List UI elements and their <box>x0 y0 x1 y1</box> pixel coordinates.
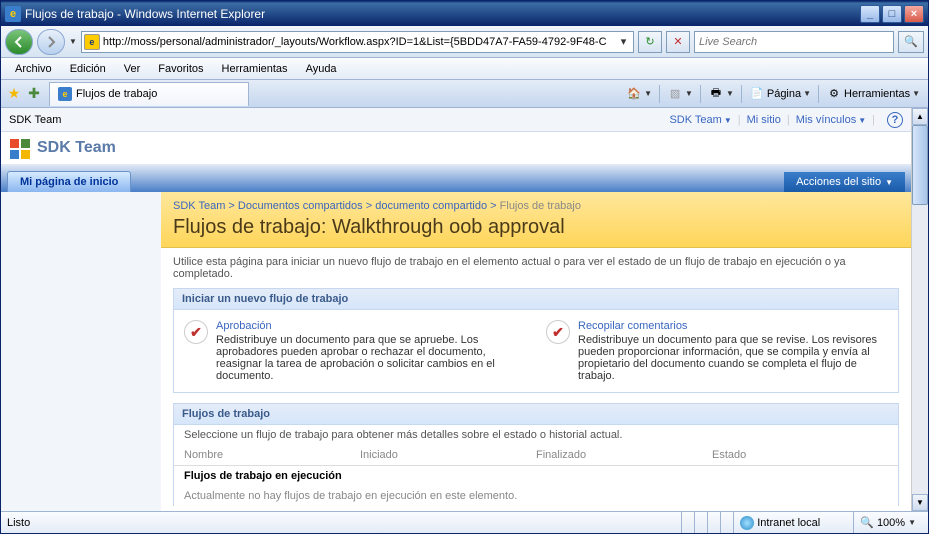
stop-button[interactable]: ✕ <box>666 31 690 53</box>
vertical-scrollbar[interactable]: ▲ ▼ <box>911 108 928 511</box>
running-empty: Actualmente no hay flujos de trabajo en … <box>174 486 898 506</box>
workflow-item-approval: ✔ Aprobación Redistribuye un documento p… <box>184 320 526 382</box>
content-area: SDK Team SDK Team▼ | Mi sitio | Mis vínc… <box>1 108 928 511</box>
sharepoint-topbar: SDK Team SDK Team▼ | Mi sitio | Mis vínc… <box>1 108 911 132</box>
ie-window: e Flujos de trabajo - Windows Internet E… <box>0 0 929 534</box>
page-header: SDK Team > Documentos compartidos > docu… <box>161 192 911 248</box>
search-input[interactable] <box>699 36 889 48</box>
titlebar[interactable]: e Flujos de trabajo - Windows Internet E… <box>1 1 928 26</box>
nav-toolbar: ▼ e ▾ ↻ ✕ 🔍 <box>1 26 928 58</box>
url-dropdown[interactable]: ▾ <box>616 35 631 48</box>
menu-favoritos[interactable]: Favoritos <box>150 61 211 77</box>
section-workflows: Flujos de trabajo Seleccione un flujo de… <box>173 403 899 506</box>
scroll-thumb[interactable] <box>912 125 928 205</box>
workflows-hint: Seleccione un flujo de trabajo para obte… <box>174 425 898 445</box>
scroll-track[interactable] <box>912 125 928 494</box>
scroll-down-button[interactable]: ▼ <box>912 494 928 511</box>
section-hdr-workflows: Flujos de trabajo <box>174 404 898 425</box>
tab-home[interactable]: Mi página de inicio <box>7 171 131 192</box>
page-title: Flujos de trabajo: Walkthrough oob appro… <box>173 216 899 239</box>
feeds-button[interactable]: ▧▼ <box>663 83 697 105</box>
tabbar: ★ ✚ e Flujos de trabajo 🏠▼ ▧▼ 🖶▼ 📄Página… <box>1 80 928 108</box>
sharepoint-logo-icon <box>9 138 31 158</box>
sp-body: SDK Team > Documentos compartidos > docu… <box>1 192 911 511</box>
security-zone: Intranet local <box>733 512 853 533</box>
zoom-control[interactable]: 🔍 100% ▼ <box>853 512 922 533</box>
statusbar: Listo Intranet local 🔍 100% ▼ <box>1 511 928 533</box>
workflow-icon: ✔ <box>184 320 208 344</box>
page-icon: e <box>84 34 100 50</box>
section-hdr-start: Iniciar un nuevo flujo de trabajo <box>174 289 898 310</box>
sp-nav-tabs: Mi página de inicio Acciones del sitio▼ <box>1 164 911 192</box>
bc-l2[interactable]: Documentos compartidos <box>238 200 363 212</box>
home-icon: 🏠 <box>626 86 642 102</box>
bc-current: Flujos de trabajo <box>500 200 581 212</box>
nav-history-dropdown[interactable]: ▼ <box>69 37 77 46</box>
workflow-link-feedback[interactable]: Recopilar comentarios <box>578 320 687 332</box>
site-actions-menu[interactable]: Acciones del sitio▼ <box>784 172 905 192</box>
breadcrumb: SDK Team > Documentos compartidos > docu… <box>173 200 899 212</box>
menu-herramientas[interactable]: Herramientas <box>214 61 296 77</box>
col-iniciado: Iniciado <box>360 449 536 461</box>
ie-icon: e <box>5 6 21 22</box>
workflow-desc-feedback: Redistribuye un documento para que se re… <box>578 334 888 382</box>
zoom-icon: 🔍 <box>860 516 874 529</box>
menu-ayuda[interactable]: Ayuda <box>298 61 345 77</box>
sp-top-left: SDK Team <box>9 114 61 126</box>
scroll-up-button[interactable]: ▲ <box>912 108 928 125</box>
sp-top-misitio[interactable]: Mi sitio <box>747 114 781 126</box>
search-box[interactable] <box>694 31 894 53</box>
back-button[interactable] <box>5 29 33 55</box>
tab-title: Flujos de trabajo <box>76 88 157 100</box>
forward-button[interactable] <box>37 29 65 55</box>
rss-icon: ▧ <box>667 86 683 102</box>
status-text: Listo <box>7 517 30 529</box>
sp-site-title-row: SDK Team <box>1 132 911 164</box>
col-nombre: Nombre <box>184 449 360 461</box>
minimize-button[interactable]: _ <box>860 5 880 23</box>
add-favorite-icon[interactable]: ✚ <box>25 85 43 103</box>
col-finalizado: Finalizado <box>536 449 712 461</box>
col-estado: Estado <box>712 449 888 461</box>
menu-edicion[interactable]: Edición <box>62 61 114 77</box>
menu-ver[interactable]: Ver <box>116 61 149 77</box>
sp-site-title: SDK Team <box>37 139 116 157</box>
workflow-desc-approval: Redistribuye un documento para que se ap… <box>216 334 526 382</box>
sp-top-misvinculos[interactable]: Mis vínculos▼ <box>796 114 866 126</box>
workflow-item-feedback: ✔ Recopilar comentarios Redistribuye un … <box>546 320 888 382</box>
print-button[interactable]: 🖶▼ <box>704 83 738 105</box>
tools-menu-button[interactable]: ⚙Herramientas▼ <box>822 83 924 105</box>
gear-icon: ⚙ <box>826 86 842 102</box>
section-start-workflow: Iniciar un nuevo flujo de trabajo ✔ Apro… <box>173 288 899 393</box>
favorites-star-icon[interactable]: ★ <box>5 85 23 103</box>
url-input[interactable] <box>103 36 616 48</box>
page-menu-button[interactable]: 📄Página▼ <box>745 83 815 105</box>
running-header: Flujos de trabajo en ejecución <box>174 466 898 486</box>
tab-ie-icon: e <box>58 87 72 101</box>
menu-archivo[interactable]: Archivo <box>7 61 60 77</box>
browser-tab[interactable]: e Flujos de trabajo <box>49 82 249 106</box>
print-icon: 🖶 <box>708 86 724 102</box>
home-button[interactable]: 🏠▼ <box>622 83 656 105</box>
help-icon[interactable]: ? <box>887 112 903 128</box>
refresh-button[interactable]: ↻ <box>638 31 662 53</box>
search-button[interactable]: 🔍 <box>898 31 924 53</box>
address-bar[interactable]: e ▾ <box>81 31 634 53</box>
globe-icon <box>740 516 754 530</box>
window-title: Flujos de trabajo - Windows Internet Exp… <box>25 7 860 21</box>
close-button[interactable]: × <box>904 5 924 23</box>
intro-text: Utilice esta página para iniciar un nuev… <box>173 256 899 280</box>
sp-top-sdkteam[interactable]: SDK Team▼ <box>669 114 731 126</box>
page-icon: 📄 <box>749 86 765 102</box>
menubar: Archivo Edición Ver Favoritos Herramient… <box>1 58 928 80</box>
quicklaunch-sidebar <box>1 192 161 511</box>
workflows-table-header: Nombre Iniciado Finalizado Estado <box>174 445 898 466</box>
maximize-button[interactable]: □ <box>882 5 902 23</box>
bc-l3[interactable]: documento compartido <box>375 200 487 212</box>
bc-l1[interactable]: SDK Team <box>173 200 225 212</box>
workflow-icon: ✔ <box>546 320 570 344</box>
workflow-link-approval[interactable]: Aprobación <box>216 320 272 332</box>
